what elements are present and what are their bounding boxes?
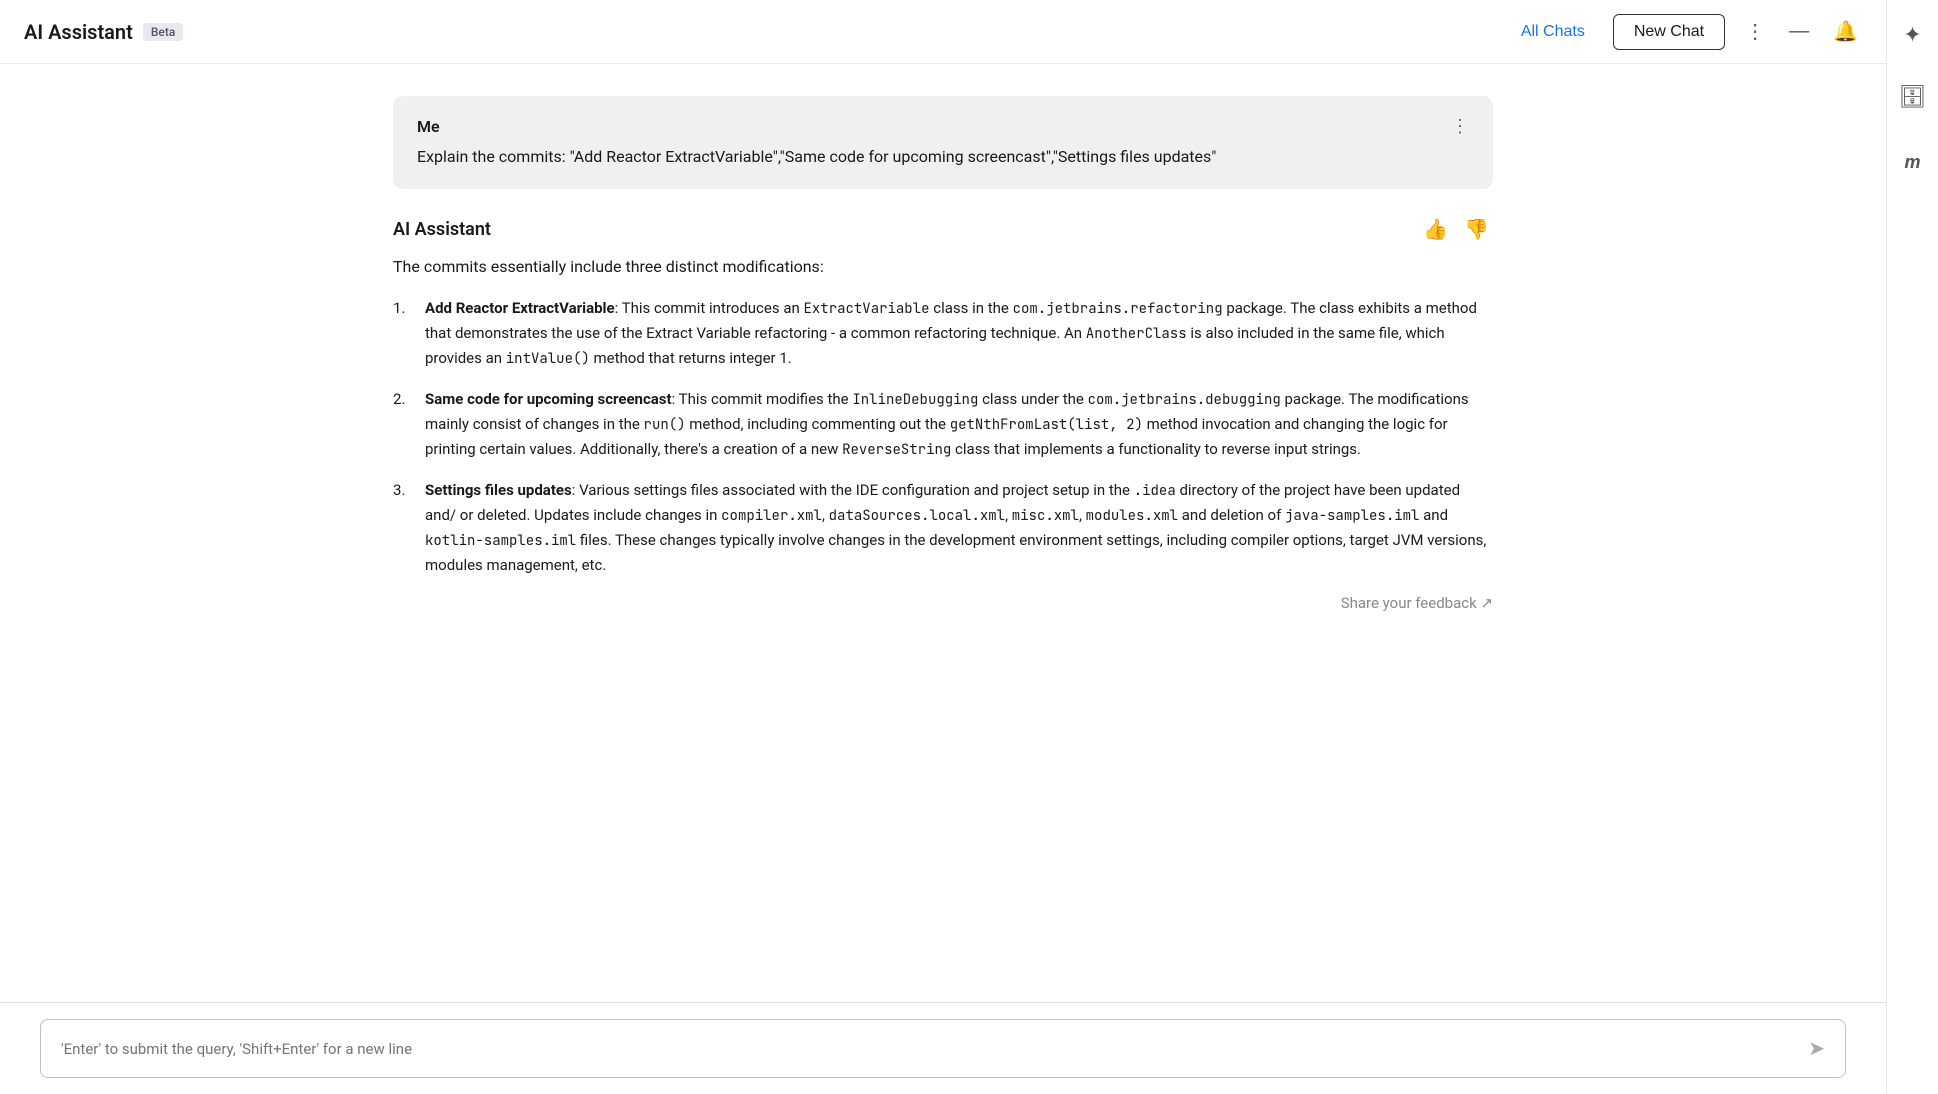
- user-message: Me ⋮ Explain the commits: "Add Reactor E…: [393, 96, 1493, 189]
- list-item-title: Add Reactor ExtractVariable: [425, 299, 615, 317]
- input-area: ➤: [0, 1002, 1886, 1094]
- input-wrapper: ➤: [40, 1019, 1846, 1078]
- ai-feedback-icons: 👍 👎: [1419, 213, 1493, 246]
- vertical-dots-icon: ⋮: [1451, 116, 1469, 136]
- header: AI Assistant Beta All Chats New Chat ⋮ —…: [0, 0, 1886, 64]
- ai-response-header: AI Assistant 👍 👎: [393, 213, 1493, 246]
- bell-icon: 🔔: [1833, 19, 1858, 44]
- header-left: AI Assistant Beta: [24, 20, 1509, 44]
- thumbs-down-icon: 👎: [1464, 219, 1489, 241]
- database-sidebar-button[interactable]: 🗄: [1893, 78, 1933, 116]
- new-chat-button[interactable]: New Chat: [1613, 14, 1725, 50]
- list-item: Add Reactor ExtractVariable: This commit…: [393, 296, 1493, 371]
- ai-sender-name: AI Assistant: [393, 219, 491, 240]
- list-item-title: Same code for upcoming screencast: [425, 390, 672, 408]
- user-name: Me: [417, 117, 440, 136]
- m-sidebar-button[interactable]: m: [1892, 140, 1932, 185]
- user-message-text: Explain the commits: "Add Reactor Extrac…: [417, 145, 1469, 169]
- ai-sidebar-button[interactable]: ✦: [1897, 16, 1927, 54]
- beta-badge: Beta: [143, 23, 183, 41]
- list-item-content: Add Reactor ExtractVariable: This commit…: [425, 296, 1493, 371]
- list-item-content: Same code for upcoming screencast: This …: [425, 387, 1493, 462]
- database-icon: 🗄: [1899, 84, 1927, 110]
- header-right: All Chats New Chat ⋮ — 🔔: [1509, 14, 1862, 50]
- chat-content: Me ⋮ Explain the commits: "Add Reactor E…: [0, 64, 1886, 1002]
- list-item-title: Settings files updates: [425, 481, 572, 499]
- ai-intro-text: The commits essentially include three di…: [393, 254, 1493, 280]
- m-icon: m: [1898, 146, 1926, 179]
- feedback-link-container: Share your feedback ↗: [393, 594, 1493, 612]
- more-options-button[interactable]: ⋮: [1741, 15, 1769, 48]
- ai-list: Add Reactor ExtractVariable: This commit…: [393, 296, 1493, 579]
- thumbs-up-button[interactable]: 👍: [1419, 213, 1452, 246]
- user-message-header: Me ⋮: [417, 116, 1469, 137]
- share-feedback-link[interactable]: Share your feedback ↗: [1341, 594, 1493, 612]
- all-chats-button[interactable]: All Chats: [1509, 17, 1597, 47]
- list-item: Same code for upcoming screencast: This …: [393, 387, 1493, 462]
- chat-input[interactable]: [61, 1040, 1796, 1058]
- app-title: AI Assistant: [24, 20, 133, 44]
- message-menu-button[interactable]: ⋮: [1451, 116, 1469, 137]
- submit-button[interactable]: ➤: [1808, 1036, 1825, 1061]
- ai-response: AI Assistant 👍 👎 The commits essentially…: [393, 213, 1493, 612]
- main-area: AI Assistant Beta All Chats New Chat ⋮ —…: [0, 0, 1886, 1094]
- minus-icon: —: [1789, 20, 1809, 43]
- vertical-dots-icon: ⋮: [1745, 19, 1765, 44]
- minimize-button[interactable]: —: [1785, 16, 1813, 47]
- send-icon: ➤: [1808, 1036, 1825, 1061]
- list-item: Settings files updates: Various settings…: [393, 478, 1493, 578]
- list-item-content: Settings files updates: Various settings…: [425, 478, 1493, 578]
- thumbs-up-icon: 👍: [1423, 219, 1448, 241]
- notifications-button[interactable]: 🔔: [1829, 15, 1862, 48]
- right-sidebar: ✦ 🗄 m: [1886, 0, 1938, 1094]
- ai-sparkle-icon: ✦: [1903, 22, 1921, 48]
- thumbs-down-button[interactable]: 👎: [1460, 213, 1493, 246]
